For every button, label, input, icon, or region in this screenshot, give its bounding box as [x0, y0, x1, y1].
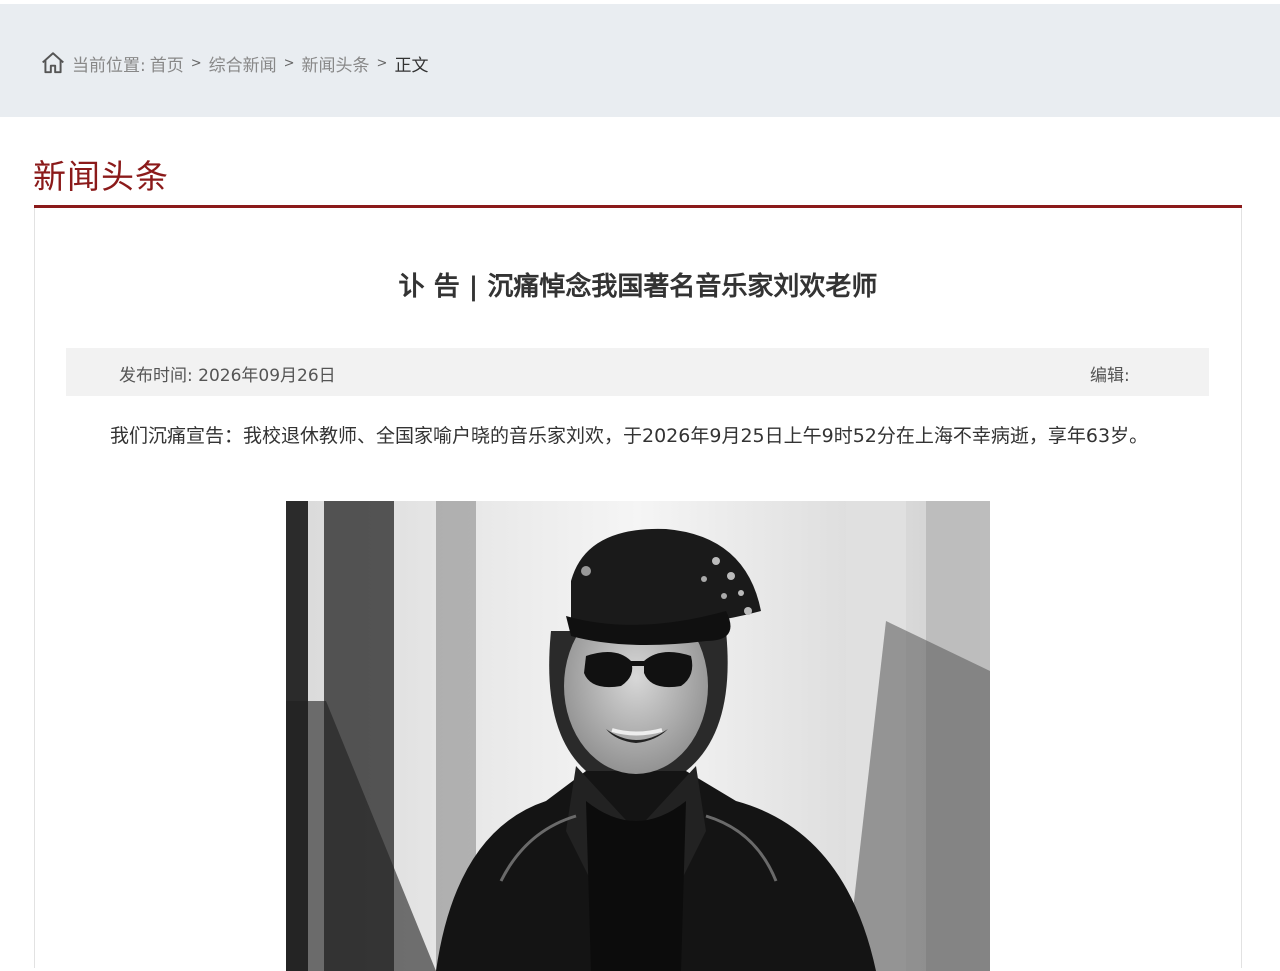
publish-label: 发布时间: [119, 366, 193, 386]
breadcrumb-link-general-news[interactable]: 综合新闻 [209, 51, 277, 76]
breadcrumb-separator: > [283, 55, 295, 71]
section-title: 新闻头条 [33, 157, 169, 196]
breadcrumb: 当前位置: 首页 > 综合新闻 > 新闻头条 > 正文 [40, 50, 428, 76]
breadcrumb-link-home[interactable]: 首页 [150, 51, 184, 76]
breadcrumb-current: 正文 [394, 55, 429, 76]
article-title: 讣 告 | 沉痛悼念我国著名音乐家刘欢老师 [398, 272, 878, 302]
article-photo [286, 501, 990, 971]
breadcrumb-separator: > [376, 55, 388, 71]
breadcrumb-separator: > [190, 55, 202, 71]
breadcrumb-prefix: 当前位置: [72, 55, 146, 76]
editor-label: 编辑: [1090, 366, 1130, 386]
article-meta-bar: 发布时间: 2026年09月26日 编辑: [66, 348, 1209, 396]
publish-date: 2026年09月26日 [198, 366, 336, 386]
breadcrumb-bar: 当前位置: 首页 > 综合新闻 > 新闻头条 > 正文 [0, 4, 1280, 117]
publish-info: 发布时间: 2026年09月26日 [119, 361, 336, 386]
home-icon [42, 52, 64, 74]
article-paragraph: 我们沉痛宣告：我校退休教师、全国家喻户晓的音乐家刘欢，于2026年9月25日上午… [110, 425, 1149, 447]
breadcrumb-link-headlines[interactable]: 新闻头条 [302, 51, 370, 76]
